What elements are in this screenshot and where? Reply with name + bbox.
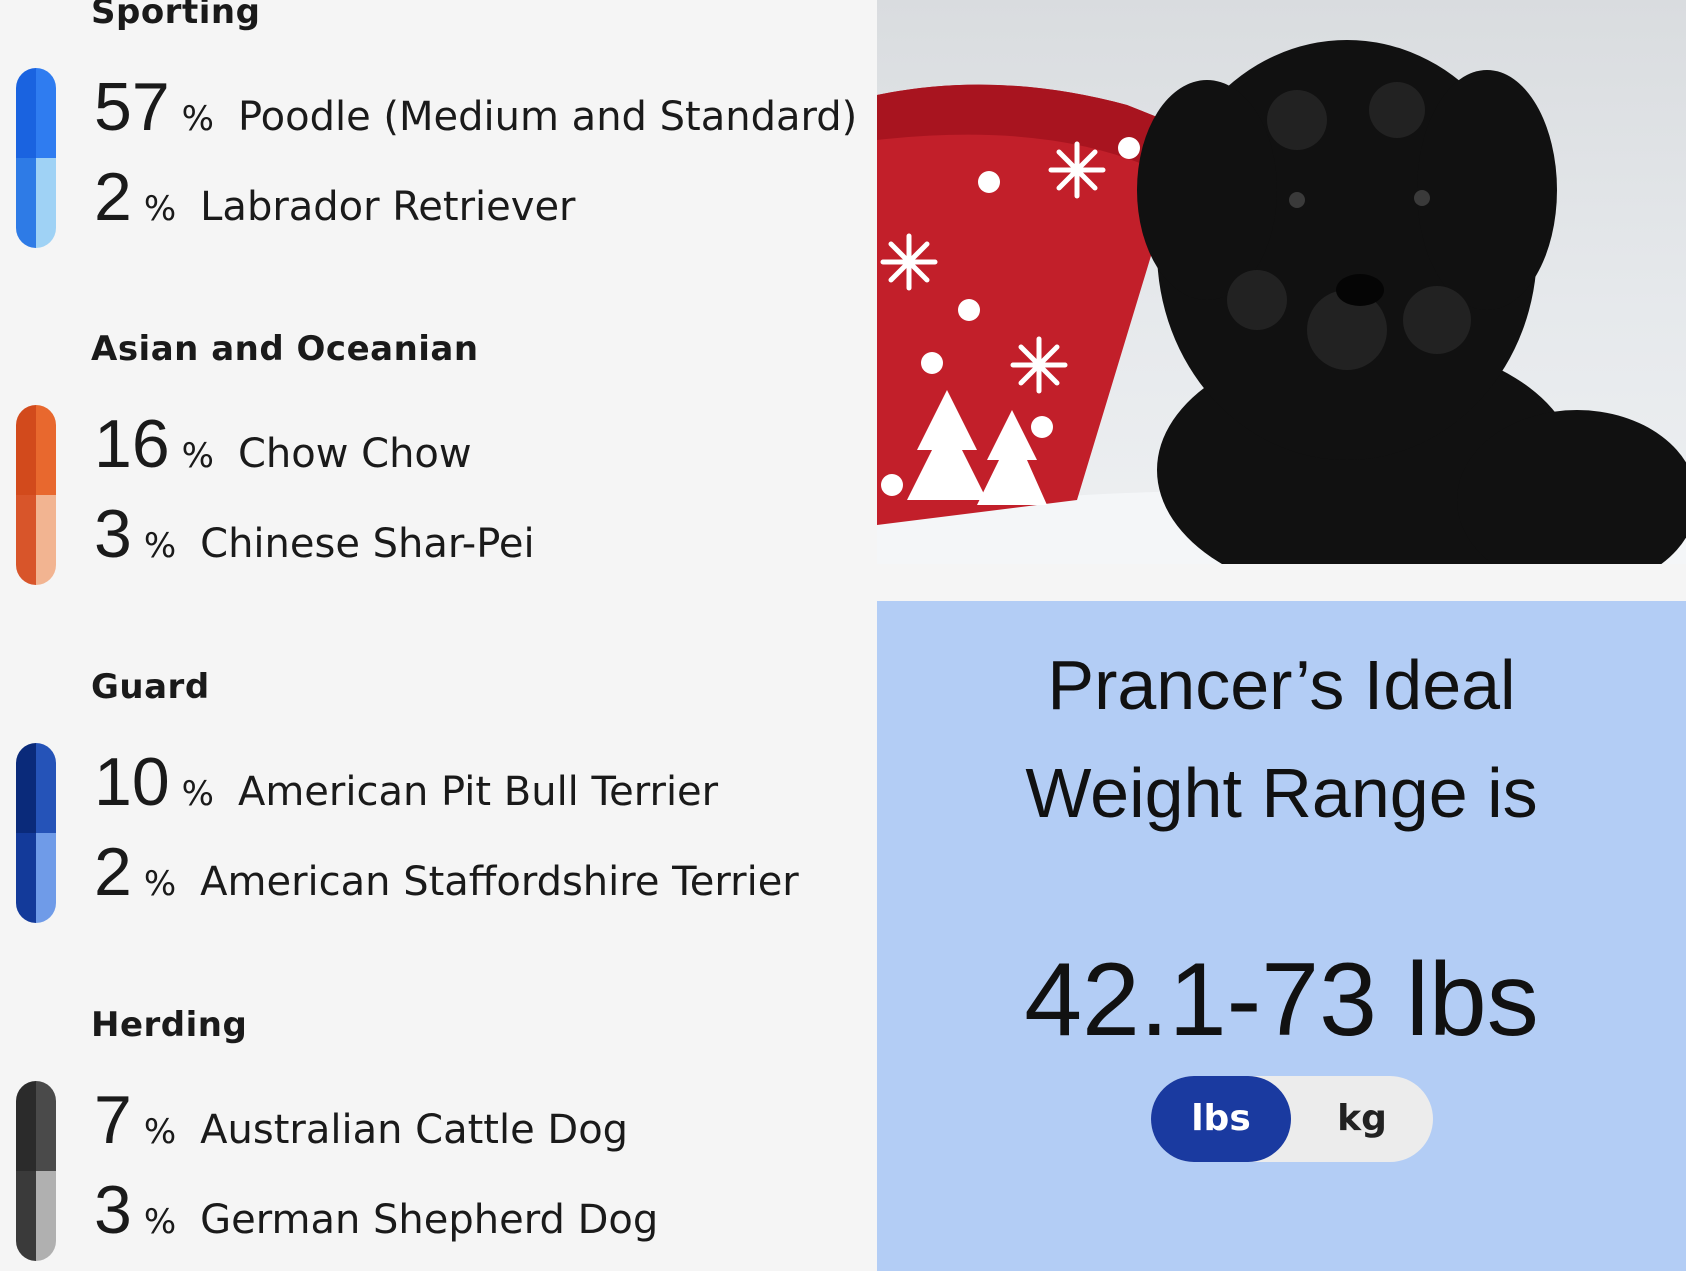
unit-option-lbs[interactable]: lbs <box>1151 1076 1291 1162</box>
percent-sign: % <box>143 1202 177 1242</box>
breed-percent: 2 <box>94 834 132 910</box>
breed-percent: 10 <box>94 744 170 820</box>
percent-sign: % <box>143 864 177 904</box>
weight-range-value: 42.1-73 lbs <box>1024 942 1539 1058</box>
breed-row[interactable]: 3 % German Shepherd Dog <box>94 1171 658 1261</box>
breed-row[interactable]: 10 % American Pit Bull Terrier <box>94 743 718 833</box>
breed-row[interactable]: 2 % Labrador Retriever <box>94 158 576 248</box>
breed-row[interactable]: 16 % Chow Chow <box>94 405 472 495</box>
breed-name: Australian Cattle Dog <box>200 1107 629 1153</box>
unit-toggle[interactable]: lbs kg <box>1151 1076 1433 1162</box>
breed-row[interactable]: 7 % Australian Cattle Dog <box>94 1081 628 1171</box>
breed-name: Labrador Retriever <box>200 184 576 230</box>
percent-sign: % <box>181 436 214 476</box>
percent-sign: % <box>181 774 214 814</box>
card-title-line-1: Prancer’s Ideal <box>1047 646 1516 724</box>
breed-row[interactable]: 2 % American Staffordshire Terrier <box>94 833 799 923</box>
card-title: Prancer’s Ideal Weight Range is <box>877 631 1686 847</box>
breed-name: American Staffordshire Terrier <box>200 859 799 905</box>
breed-percent: 3 <box>94 1172 132 1248</box>
breed-percent: 16 <box>94 406 170 482</box>
group-title: Herding <box>91 1005 248 1045</box>
breed-percent: 57 <box>94 69 170 145</box>
breed-name: German Shepherd Dog <box>200 1197 659 1243</box>
breed-name: Poodle (Medium and Standard) <box>237 94 858 140</box>
breed-row[interactable]: 57 % Poodle (Medium and Standard) <box>94 68 857 158</box>
breed-name: American Pit Bull Terrier <box>237 769 719 815</box>
ancestry-bar <box>16 405 56 585</box>
puppy-photo <box>877 0 1686 564</box>
group-title: Asian and Oceanian <box>91 329 479 369</box>
breed-percent: 2 <box>94 159 132 235</box>
ancestry-bar <box>16 1081 56 1261</box>
ancestry-bar <box>16 68 56 248</box>
puppy-illustration <box>877 40 1686 564</box>
group-title: Guard <box>91 667 210 707</box>
breed-row[interactable]: 3 % Chinese Shar-Pei <box>94 495 535 585</box>
breed-breakdown-panel: Sporting 57 % Poodle (Medium and Standar… <box>0 0 877 1271</box>
ideal-weight-card: Prancer’s Ideal Weight Range is 42.1-73 … <box>877 601 1686 1271</box>
group-title: Sporting <box>91 0 261 32</box>
card-title-line-2: Weight Range is <box>1025 754 1538 832</box>
breed-name: Chinese Shar-Pei <box>200 521 535 567</box>
percent-sign: % <box>143 1112 177 1152</box>
ancestry-bar <box>16 743 56 923</box>
breed-percent: 7 <box>94 1082 132 1158</box>
percent-sign: % <box>143 189 177 229</box>
breed-percent: 3 <box>94 496 132 572</box>
unit-option-kg[interactable]: kg <box>1291 1076 1433 1162</box>
percent-sign: % <box>181 99 214 139</box>
profile-panel: Prancer’s Ideal Weight Range is 42.1-73 … <box>877 0 1686 1271</box>
breed-name: Chow Chow <box>237 431 472 477</box>
percent-sign: % <box>143 526 177 566</box>
